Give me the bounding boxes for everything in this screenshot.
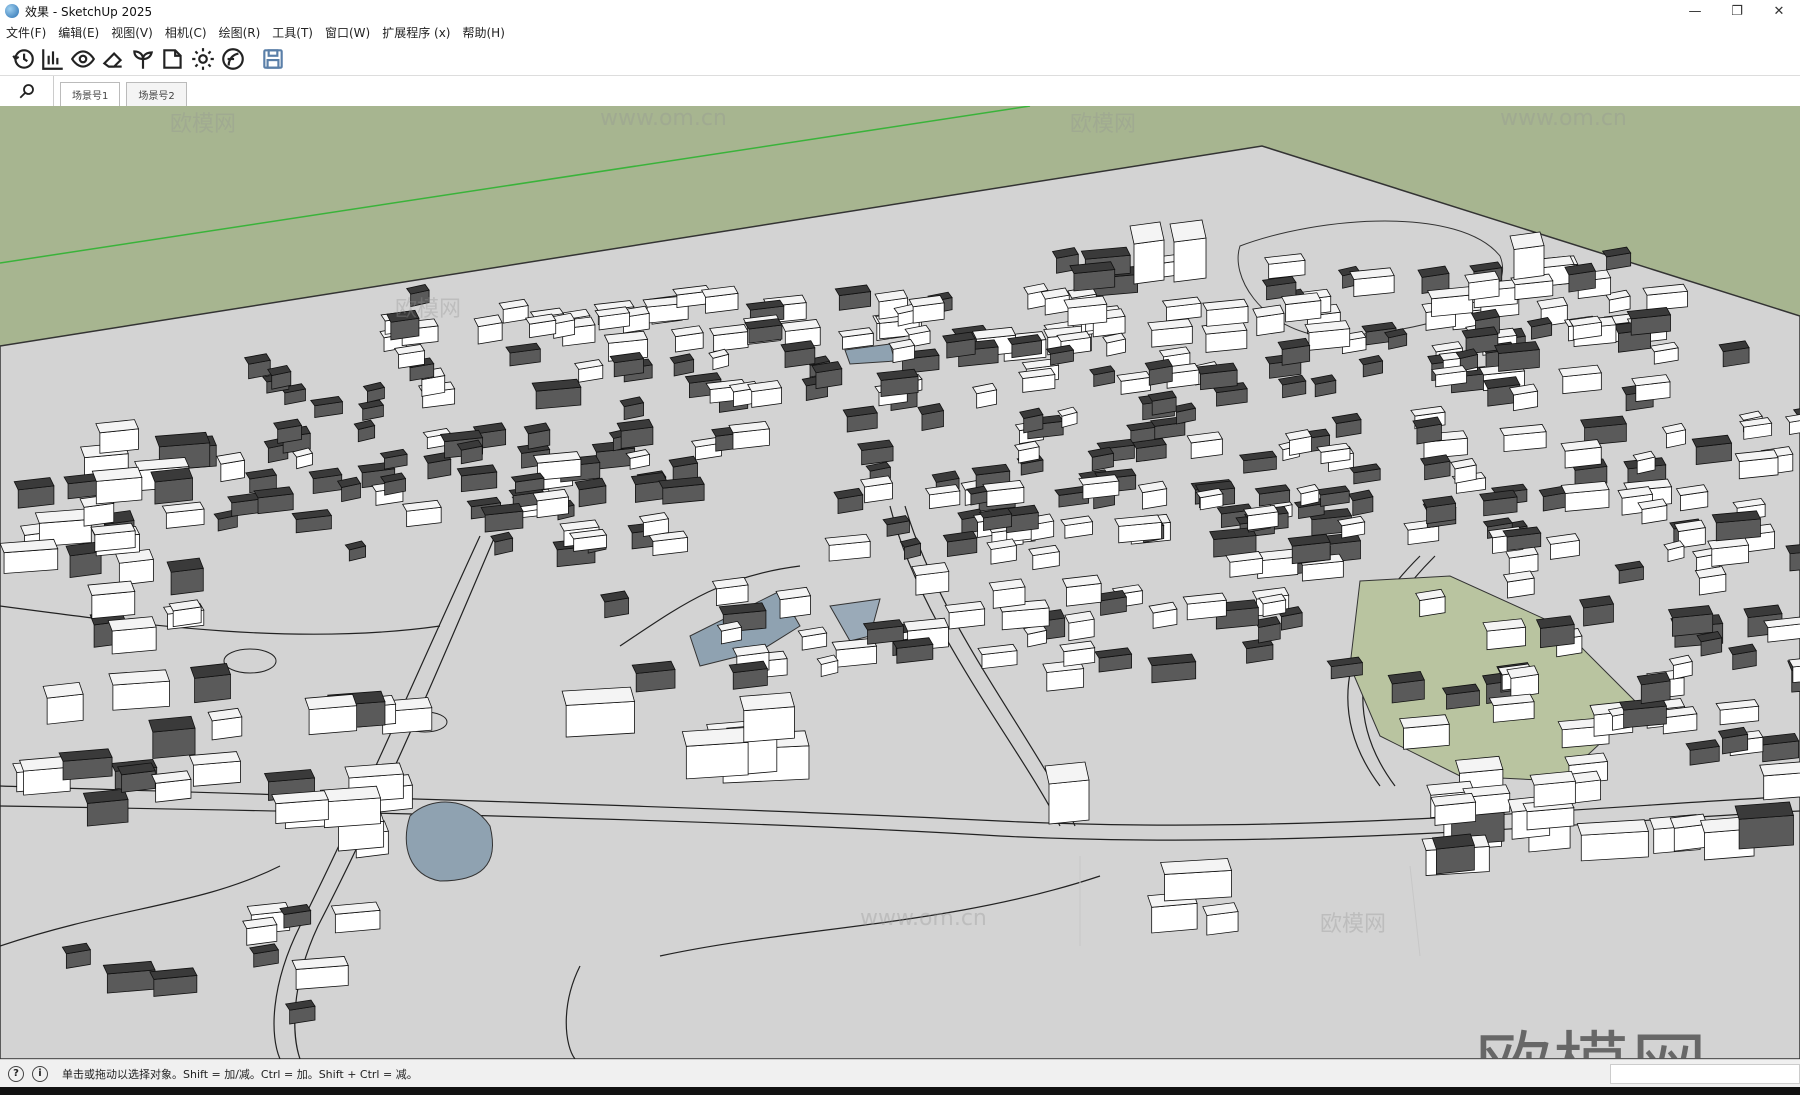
status-bar: ? i 单击或拖动以选择对象。Shift = 加/减。Ctrl = 加。Shif…: [0, 1059, 1800, 1087]
sketchup-app-icon: [5, 4, 19, 18]
building-wall: [1673, 823, 1708, 852]
building-wall: [154, 477, 193, 505]
building-wall: [1763, 772, 1800, 801]
watermark-site-3: www.om.cn: [860, 906, 987, 931]
save-icon[interactable]: [258, 44, 288, 74]
watermark-brand-large: 欧模网: [1475, 1006, 1709, 1059]
eye-icon[interactable]: [68, 44, 98, 74]
building-wall: [194, 673, 231, 704]
building-wall: [1048, 779, 1090, 825]
menu-file[interactable]: 文件(F): [6, 24, 46, 41]
building-roof: [1044, 761, 1090, 785]
search-icon[interactable]: [0, 76, 54, 106]
building-wall: [1173, 237, 1207, 283]
building-wall: [1580, 830, 1649, 862]
building-wall: [1513, 245, 1545, 280]
building-wall: [565, 700, 635, 738]
building-wall: [1738, 814, 1794, 850]
minimize-icon[interactable]: —: [1674, 0, 1716, 22]
eraser-icon[interactable]: [98, 44, 128, 74]
building-roof: [1169, 219, 1207, 243]
building-wall: [743, 706, 795, 743]
building-wall: [152, 727, 196, 759]
menu-edit[interactable]: 编辑(E): [58, 24, 99, 41]
watermark-site-1: www.om.cn: [600, 106, 727, 131]
tab-scene-1[interactable]: 场景号1: [60, 82, 121, 106]
building-wall: [46, 693, 84, 725]
chart-icon[interactable]: [38, 44, 68, 74]
building-wall: [685, 741, 749, 780]
scene-bar: 场景号1 场景号2: [0, 76, 1800, 106]
menu-extensions[interactable]: 扩展程序 (x): [382, 24, 450, 41]
building-roof: [1129, 221, 1165, 245]
building-wall: [1164, 870, 1232, 902]
watermark-brand-2: 欧模网: [1070, 112, 1137, 137]
geo-location-icon[interactable]: ?: [8, 1065, 24, 1082]
building-wall: [1533, 780, 1576, 808]
menu-bar: 文件(F) 编辑(E) 视图(V) 相机(C) 绘图(R) 工具(T) 窗口(W…: [0, 22, 1800, 42]
window-controls: — ❐ ✕: [1674, 0, 1800, 22]
menu-draw[interactable]: 绘图(R): [219, 24, 261, 41]
water-pond: [405, 801, 494, 882]
building-wall: [111, 626, 157, 655]
watermark-brand-3: 欧模网: [395, 297, 462, 322]
sprout-icon[interactable]: [128, 44, 158, 74]
watermark-brand-1: 欧模网: [170, 112, 237, 137]
building-wall: [86, 799, 129, 827]
history-icon[interactable]: [8, 44, 38, 74]
menu-tools[interactable]: 工具(T): [272, 24, 313, 41]
building-wall: [308, 705, 358, 736]
info-icon[interactable]: i: [32, 1065, 48, 1082]
building-wall: [112, 680, 170, 711]
menu-window[interactable]: 窗口(W): [325, 24, 370, 41]
close-icon[interactable]: ✕: [1758, 0, 1800, 22]
title-bar: 效果 - SketchUp 2025 — ❐ ✕: [0, 0, 1800, 22]
watermark-site-2: www.om.cn: [1500, 106, 1627, 131]
window-title: 效果 - SketchUp 2025: [25, 4, 153, 19]
building-wall: [1151, 902, 1198, 934]
menu-view[interactable]: 视图(V): [111, 24, 153, 41]
restore-icon[interactable]: ❐: [1716, 0, 1758, 22]
model-viewport[interactable]: 欧模网 www.om.cn 欧模网 www.om.cn 欧模网 欧模网 www.…: [0, 106, 1800, 1059]
taskbar-strip: [0, 1087, 1800, 1095]
menu-help[interactable]: 帮助(H): [462, 24, 504, 41]
status-message: 单击或拖动以选择对象。Shift = 加/减。Ctrl = 加。Shift + …: [62, 1067, 418, 1081]
leaf-icon[interactable]: [218, 44, 248, 74]
menu-camera[interactable]: 相机(C): [165, 24, 207, 41]
measurements-box[interactable]: [1610, 1064, 1800, 1084]
gear-icon[interactable]: [188, 44, 218, 74]
building-wall: [170, 567, 204, 596]
main-toolbar: [0, 42, 1800, 76]
building-wall: [91, 590, 136, 619]
building-wall: [1133, 239, 1165, 285]
tab-scene-2[interactable]: 场景号2: [126, 82, 187, 106]
watermark-brand-4: 欧模网: [1320, 912, 1387, 937]
building-wall: [323, 797, 381, 829]
building-wall: [95, 476, 143, 505]
building-wall: [1436, 844, 1475, 875]
folder-icon[interactable]: [158, 44, 188, 74]
